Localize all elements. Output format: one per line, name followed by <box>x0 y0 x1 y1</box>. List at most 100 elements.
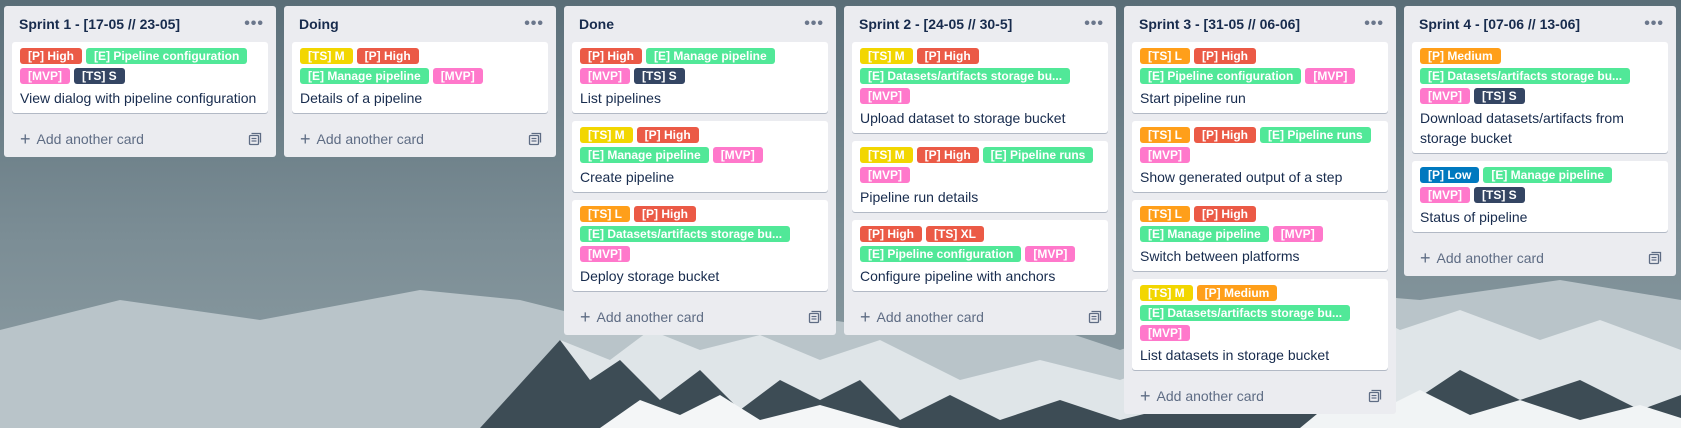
list-header: Doing ••• <box>292 6 548 42</box>
list-title[interactable]: Sprint 4 - [07-06 // 13-06] <box>1419 16 1580 32</box>
card[interactable]: [TS] L [P] High [E] Datasets/artifacts sto… <box>572 200 828 291</box>
card[interactable]: [TS] M [P] High [E] Manage pipeline [MVP] Cr… <box>572 121 828 192</box>
card-title: Start pipeline run <box>1140 90 1246 106</box>
card-title: Pipeline run details <box>860 189 979 205</box>
card-title: Show generated output of a step <box>1140 169 1343 185</box>
list-footer: + Add another card <box>852 299 1108 335</box>
card-label: [P] Medium <box>1196 285 1278 301</box>
card-title: Details of a pipeline <box>300 90 423 106</box>
card-label: [E] Datasets/artifacts storage bu... <box>580 226 791 242</box>
card[interactable]: [P] High [TS] XL [E] Pipeline configuratio… <box>852 220 1108 291</box>
add-card-button[interactable]: + Add another card <box>860 308 984 326</box>
card[interactable]: [TS] L [P] High [E] Pipeline configuration… <box>1132 42 1388 113</box>
add-card-button[interactable]: + Add another card <box>1140 387 1264 405</box>
card[interactable]: [P] High [E] Manage pipeline [MVP] [TS] S Li… <box>572 42 828 113</box>
list-menu-icon[interactable]: ••• <box>244 15 264 33</box>
card-title: Switch between platforms <box>1140 248 1300 264</box>
card-labels: [TS] M [P] High [E] Datasets/artifacts sto… <box>860 48 1100 104</box>
card-template-icon[interactable] <box>808 310 822 324</box>
card-template-icon[interactable] <box>248 132 262 146</box>
add-card-button[interactable]: + Add another card <box>1420 249 1544 267</box>
add-card-label: Add another card <box>876 309 984 325</box>
card-title: View dialog with pipeline configuration <box>20 90 257 106</box>
card-label: [TS] M <box>860 48 913 64</box>
card-template-icon[interactable] <box>1648 251 1662 265</box>
list-menu-icon[interactable]: ••• <box>804 15 824 33</box>
card-label: [TS] S <box>1474 187 1525 203</box>
card-labels: [TS] M [P] High [E] Manage pipeline [MVP] <box>580 127 820 163</box>
list: Done ••• [P] High [E] Manage pipeline [MVP][… <box>564 6 836 335</box>
card[interactable]: [P] Medium [E] Datasets/artifacts storage… <box>1412 42 1668 153</box>
list-menu-icon[interactable]: ••• <box>1084 15 1104 33</box>
card-label: [TS] L <box>1140 206 1190 222</box>
card-template-icon[interactable] <box>528 132 542 146</box>
card[interactable]: [P] High [E] Pipeline configuration [MVP][… <box>12 42 268 113</box>
card-label: [P] High <box>1194 127 1256 143</box>
card-title: Create pipeline <box>580 169 675 185</box>
card-label: [P] High <box>356 48 419 64</box>
list: Sprint 3 - [31-05 // 06-06] ••• [TS] L [P] … <box>1124 6 1396 414</box>
card-template-icon[interactable] <box>1368 389 1382 403</box>
card-label: [E] Manage pipeline <box>1483 167 1613 183</box>
plus-icon: + <box>1420 248 1431 268</box>
add-card-label: Add another card <box>1156 388 1264 404</box>
card-label: [TS] S <box>1474 88 1525 104</box>
card-label: [MVP] <box>712 147 763 163</box>
list-menu-icon[interactable]: ••• <box>524 15 544 33</box>
card-label: [E] Datasets/artifacts storage bu... <box>1140 305 1351 321</box>
list-title[interactable]: Sprint 2 - [24-05 // 30-5] <box>859 16 1012 32</box>
list-header: Done ••• <box>572 6 828 42</box>
list: Sprint 4 - [07-06 // 13-06] ••• [P] Medium… <box>1404 6 1676 276</box>
card-labels: [TS] M [P] Medium [E] Datasets/artifacts s… <box>1140 285 1380 341</box>
add-card-button[interactable]: + Add another card <box>300 130 424 148</box>
card-label: [E] Manage pipeline <box>1140 226 1269 242</box>
card-labels: [P] Medium [E] Datasets/artifacts storage… <box>1420 48 1660 104</box>
card[interactable]: [P] Low [E] Manage pipeline [MVP] [TS] S Sta… <box>1412 161 1668 232</box>
card-labels: [TS] L [P] High [E] Pipeline configuration… <box>1140 48 1380 84</box>
card-label: [MVP] <box>20 68 70 84</box>
card[interactable]: [TS] M [P] Medium [E] Datasets/artifacts s… <box>1132 279 1388 370</box>
card-label: [P] Medium <box>1420 48 1501 64</box>
list-footer: + Add another card <box>1132 378 1388 414</box>
add-card-button[interactable]: + Add another card <box>20 130 144 148</box>
list-header: Sprint 4 - [07-06 // 13-06] ••• <box>1412 6 1668 42</box>
card-label: [TS] M <box>580 127 633 143</box>
card-label: [TS] L <box>1140 48 1190 64</box>
add-card-button[interactable]: + Add another card <box>580 308 704 326</box>
card-label: [TS] L <box>580 206 630 222</box>
card-label: [MVP] <box>1305 68 1356 84</box>
list-header: Sprint 3 - [31-05 // 06-06] ••• <box>1132 6 1388 42</box>
card-label: [E] Pipeline configuration <box>1140 68 1302 84</box>
card-label: [E] Pipeline runs <box>982 147 1094 163</box>
add-card-label: Add another card <box>316 131 424 147</box>
list-footer: + Add another card <box>572 299 828 335</box>
card-label: [TS] S <box>634 68 685 84</box>
card[interactable]: [TS] L [P] High [E] Manage pipeline [MVP] Sw… <box>1132 200 1388 271</box>
card-label: [E] Manage pipeline <box>646 48 775 64</box>
card-label: [MVP] <box>1140 147 1190 163</box>
card-title: List pipelines <box>580 90 661 106</box>
plus-icon: + <box>1140 386 1151 406</box>
list-title[interactable]: Doing <box>299 16 339 32</box>
card-template-icon[interactable] <box>1088 310 1102 324</box>
list-title[interactable]: Sprint 3 - [31-05 // 06-06] <box>1139 16 1300 32</box>
add-card-label: Add another card <box>1436 250 1544 266</box>
card-label: [E] Manage pipeline <box>580 147 709 163</box>
list-menu-icon[interactable]: ••• <box>1644 15 1664 33</box>
card-label: [E] Pipeline configuration <box>860 246 1022 262</box>
card-label: [TS] XL <box>926 226 984 242</box>
card-title: Status of pipeline <box>1420 209 1528 225</box>
card-labels: [P] Low [E] Manage pipeline [MVP] [TS] S <box>1420 167 1660 203</box>
list-title[interactable]: Sprint 1 - [17-05 // 23-05] <box>19 16 180 32</box>
card-label: [MVP] <box>580 68 630 84</box>
card[interactable]: [TS] L [P] High [E] Pipeline runs [MVP] Show… <box>1132 121 1388 192</box>
list-title[interactable]: Done <box>579 16 614 32</box>
card[interactable]: [TS] M [P] High [E] Datasets/artifacts sto… <box>852 42 1108 133</box>
card[interactable]: [TS] M [P] High [E] Pipeline runs [MVP] Pipe… <box>852 141 1108 212</box>
card[interactable]: [TS] M [P] High [E] Manage pipeline [MVP] De… <box>292 42 548 113</box>
board: Sprint 1 - [17-05 // 23-05] ••• [P] High [E… <box>4 6 1676 414</box>
list-menu-icon[interactable]: ••• <box>1364 15 1384 33</box>
card-label: [P] High <box>20 48 82 64</box>
list-header: Sprint 2 - [24-05 // 30-5] ••• <box>852 6 1108 42</box>
card-label: [P] High <box>580 48 642 64</box>
